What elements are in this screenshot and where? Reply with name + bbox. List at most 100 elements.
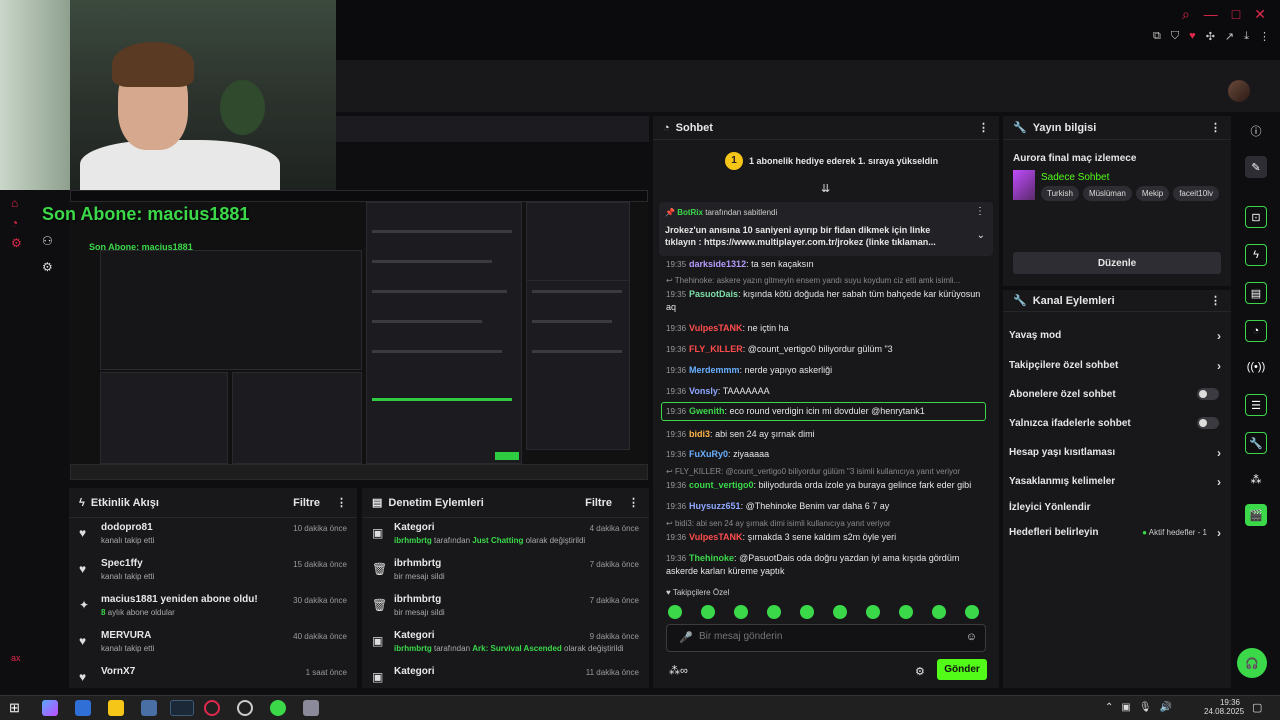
vm-icon[interactable] [303, 700, 319, 716]
chat-username[interactable]: Merdemmm [689, 365, 740, 375]
chat-username[interactable]: Gwenith [689, 406, 725, 416]
chat-message[interactable]: 19:35 darkside1312: ta sen kaçaksın [666, 258, 991, 271]
tag[interactable]: Turkish [1041, 186, 1079, 201]
avatar[interactable] [1228, 80, 1250, 102]
headset-icon[interactable]: 🎧 [1237, 648, 1267, 678]
opera-icon[interactable] [204, 700, 220, 716]
pencil-icon[interactable]: ✎ [1245, 156, 1267, 178]
share-icon[interactable]: ↗ [1225, 30, 1234, 43]
chat-message[interactable]: 19:36 Merdemmm: nerde yapıyo askerliği [666, 364, 991, 377]
activity-item[interactable]: ♥ VornX7 1 saat önce [69, 662, 357, 698]
channel-action-item[interactable]: Yalnızca ifadelerle sohbet [1009, 417, 1225, 429]
volume-icon[interactable]: 🔊 [1160, 702, 1172, 713]
chat-username[interactable]: FLY_KILLER [689, 344, 743, 354]
list-icon[interactable]: ☰ [1245, 394, 1267, 416]
emote-icon[interactable] [866, 605, 880, 619]
stream-category[interactable]: Sadece Sohbet [1041, 172, 1109, 183]
chat-username[interactable]: PasuotDais [689, 289, 738, 299]
more-icon[interactable]: ⋮ [975, 206, 985, 217]
app-icon[interactable] [141, 700, 157, 716]
chat-bubble-icon[interactable]: ◔ [1245, 320, 1267, 342]
chat-message[interactable]: 19:36 Thehinoke: @PasuotDais oda doğru ya… [666, 552, 991, 578]
maximize-icon[interactable]: □ [1232, 6, 1240, 23]
copilot-icon[interactable] [42, 700, 58, 716]
chat-username[interactable]: Thehinoke [689, 553, 734, 563]
mic-icon[interactable]: 🎤 [679, 631, 693, 644]
emote-icon[interactable] [767, 605, 781, 619]
emoji-icon[interactable]: ☺ [966, 631, 977, 643]
settings-icon[interactable]: ⚙ [915, 665, 925, 678]
chat-message[interactable]: 19:36 Vonsly: TAAAAAAA [666, 385, 991, 398]
gear-icon[interactable]: ⚙ [42, 260, 56, 274]
toggle-switch[interactable] [1197, 388, 1219, 400]
chat-icon[interactable]: ◔ [11, 216, 25, 230]
lightning-icon[interactable]: ϟ [1245, 244, 1267, 266]
send-button[interactable]: Gönder [937, 659, 987, 680]
tag[interactable]: faceit10lv [1173, 186, 1219, 201]
moderation-item[interactable]: ▣ Kategori ibrhmbrtg tarafından Just Chatt… [362, 518, 649, 554]
document-icon[interactable]: ▤ [1245, 282, 1267, 304]
chat-message[interactable]: 19:36 bidi3: abi sen 24 ay şırnak dimi [666, 428, 991, 441]
channel-action-item[interactable]: Abonelere özel sohbet [1009, 388, 1225, 400]
chat-username[interactable]: bidi3 [689, 429, 710, 439]
shield-icon[interactable]: ⛉ [1171, 30, 1179, 43]
activity-item[interactable]: ✦ macius1881 yeniden abone oldu! 8 aylık a… [69, 590, 357, 626]
broadcast-icon[interactable]: ((•)) [1245, 356, 1267, 378]
activity-item[interactable]: ♥ Spec1ffy kanalı takip etti 15 dakika önce [69, 554, 357, 590]
moderation-item[interactable]: 🗑 ibrhmbrtg bir mesajı sildi 7 dakika önce [362, 590, 649, 626]
xbox-icon[interactable] [270, 700, 286, 716]
more-icon[interactable]: ⋮ [1259, 30, 1270, 43]
calculator-icon[interactable] [75, 700, 91, 716]
home-icon[interactable]: ⌂ [11, 196, 25, 210]
network-icon[interactable]: ▣ [1121, 702, 1130, 713]
close-icon[interactable]: ✕ [1254, 6, 1266, 23]
obs-icon[interactable] [237, 700, 253, 716]
tag[interactable]: Mekip [1135, 186, 1170, 201]
emote-icon[interactable] [701, 605, 715, 619]
tag[interactable]: Müslüman [1082, 186, 1132, 201]
chat-message[interactable]: 19:36 Huysuzz651: @Thehinoke Benim var da… [666, 500, 991, 513]
info-icon[interactable]: ⓘ [1245, 120, 1267, 142]
download-icon[interactable]: ⤓ [1244, 30, 1249, 43]
clock[interactable]: 19:36 24.08.2025 [1204, 698, 1244, 716]
chat-username[interactable]: VulpesTANK [689, 532, 743, 542]
chat-username[interactable]: Vonsly [689, 386, 718, 396]
moderation-item[interactable]: ▣ Kategori 11 dakika önce [362, 662, 649, 698]
notification-icon[interactable]: ▢ [1252, 701, 1262, 714]
channel-action-item[interactable]: Takipçilere özel sohbet › [1009, 359, 1225, 373]
chat-username[interactable]: Huysuzz651 [689, 501, 741, 511]
chat-username[interactable]: FuXuRy0 [689, 449, 728, 459]
toggle-switch[interactable] [1197, 417, 1219, 429]
target-icon[interactable]: ⊡ [1245, 206, 1267, 228]
channel-action-item[interactable]: Yavaş mod › [1009, 329, 1225, 343]
chat-username[interactable]: VulpesTANK [689, 323, 743, 333]
more-icon[interactable]: ⋮ [1210, 121, 1221, 134]
edit-button[interactable]: Düzenle [1013, 252, 1221, 274]
moderation-item[interactable]: ▣ Kategori ibrhmbrtg tarafından Ark: Survi… [362, 626, 649, 662]
more-icon[interactable]: ⋮ [978, 121, 989, 134]
activity-item[interactable]: ♥ dodopro81 kanalı takip etti 10 dakika önc… [69, 518, 357, 554]
emote-icon[interactable] [932, 605, 946, 619]
infinity-icon[interactable]: ⁂∞ [669, 664, 688, 677]
users-icon[interactable]: ⚇ [42, 234, 56, 248]
chat-message[interactable]: 19:36 FuXuRy0: ziyaaaaa [666, 448, 991, 461]
steam-icon[interactable] [170, 700, 194, 716]
moderation-filter-button[interactable]: Filtre [585, 497, 612, 509]
more-icon[interactable]: ⋮ [628, 496, 639, 509]
pinned-message[interactable]: 📌 BotRix tarafından sabitlendi Jrokez'un… [659, 202, 993, 256]
chat-username[interactable]: count_vertigo0 [689, 480, 754, 490]
clapper-icon[interactable]: 🎬 [1245, 504, 1267, 526]
moderation-item[interactable]: 🗑 ibrhmbrtg bir mesajı sildi 7 dakika önce [362, 554, 649, 590]
channel-action-item[interactable]: Hesap yaşı kısıtlaması › [1009, 446, 1225, 460]
emote-icon[interactable] [800, 605, 814, 619]
scroll-down-icon[interactable]: ⇊ [821, 182, 830, 195]
more-icon[interactable]: ⋮ [1210, 294, 1221, 307]
chevron-down-icon[interactable]: ⌄ [977, 230, 985, 241]
puzzle-icon[interactable]: ✣ [1206, 30, 1215, 43]
emote-icon[interactable] [668, 605, 682, 619]
mic-icon[interactable]: 🎙 [1139, 702, 1152, 713]
emote-icon[interactable] [734, 605, 748, 619]
folder-icon[interactable] [108, 700, 124, 716]
chat-message[interactable]: 19:36 VulpesTANK: ne içtin ha [666, 322, 991, 335]
channel-action-item[interactable]: İzleyici Yönlendir [1009, 502, 1225, 513]
